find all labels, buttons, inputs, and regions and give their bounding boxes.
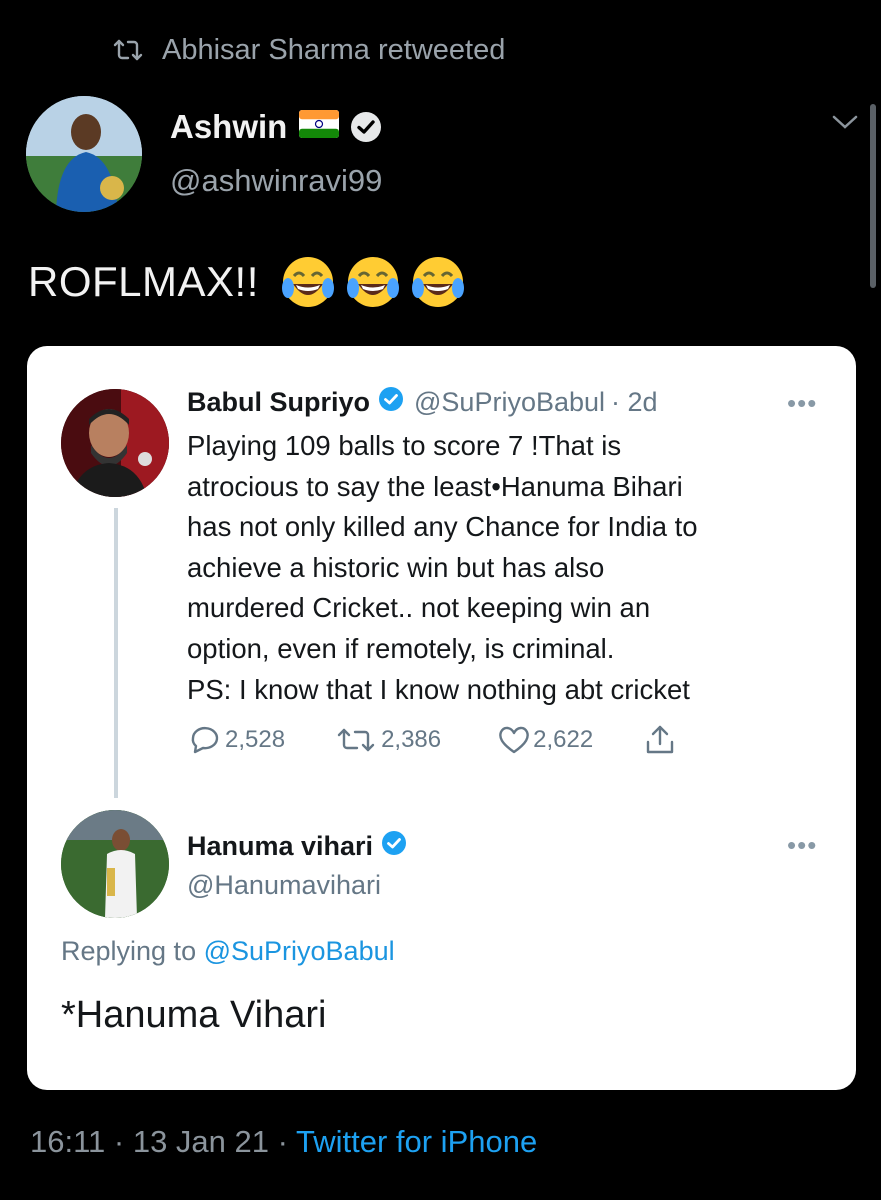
verified-badge-icon [381, 830, 407, 863]
quoted-tweet-line: has not only killed any Chance for India… [187, 511, 698, 543]
reply-text: *Hanuma Vihari [61, 994, 327, 1036]
quoted-author-avatar[interactable] [61, 389, 169, 497]
reply-author-avatar[interactable] [61, 810, 169, 918]
verified-badge-icon [378, 386, 404, 419]
retweeted-by-label: Abhisar Sharma retweeted [162, 33, 506, 66]
like-button[interactable]: 2,622 [497, 725, 593, 755]
quoted-tweet-header[interactable]: Babul Supriyo @SuPriyoBabul · 2d [187, 386, 658, 419]
laughing-emoji-icon [280, 254, 336, 310]
thread-line [114, 508, 118, 798]
tweet-actions: 2,528 2,386 2,622 [187, 724, 677, 756]
share-icon [643, 724, 677, 756]
quoted-tweet-line: atrocious to say the least•Hanuma Bihari [187, 470, 683, 502]
tweet-timestamp: 16:11 · 13 Jan 21 · [30, 1124, 296, 1159]
quoted-tweet-line: PS: I know that I know nothing abt crick… [187, 673, 690, 705]
retweet-icon [337, 726, 381, 754]
quoted-tweet-line: Playing 109 balls to score 7 !That is [187, 430, 622, 461]
laughing-emoji-icon [410, 254, 466, 310]
author-name: Ashwin [170, 108, 288, 145]
scrollbar[interactable] [870, 104, 876, 288]
retweet-button[interactable]: 2,386 [337, 726, 441, 754]
verified-badge-icon [349, 110, 383, 144]
reply-button[interactable]: 2,528 [187, 725, 285, 755]
quoted-tweet-card[interactable]: Babul Supriyo @SuPriyoBabul · 2d ••• Pla… [27, 346, 856, 1090]
quoted-tweet-time: · 2d [611, 387, 658, 417]
tweet-source-link[interactable]: Twitter for iPhone [296, 1124, 537, 1159]
retweet-icon [112, 37, 144, 63]
author-name-row[interactable]: Ashwin [170, 108, 383, 146]
replying-to-mention[interactable]: @SuPriyoBabul [204, 936, 395, 966]
reply-icon [187, 725, 225, 755]
share-button[interactable] [643, 724, 677, 756]
laughing-emoji-icon [345, 254, 401, 310]
replying-to: Replying to @SuPriyoBabul [61, 936, 395, 967]
retweet-count: 2,386 [381, 726, 442, 753]
india-flag-icon [299, 108, 340, 146]
quoted-author-name: Babul Supriyo [187, 387, 371, 417]
author-handle[interactable]: @ashwinravi99 [170, 163, 382, 199]
reply-author-name-row[interactable]: Hanuma vihari [187, 830, 407, 863]
heart-icon [497, 725, 533, 755]
quoted-tweet-line: option, even if remotely, is criminal. [187, 632, 615, 664]
reply-author-handle[interactable]: @Hanumavihari [187, 870, 381, 901]
more-options-icon[interactable]: ••• [787, 388, 817, 419]
quoted-tweet-line: murdered Cricket.. not keeping win an [187, 592, 651, 624]
quoted-tweet-body: Playing 109 balls to score 7 !That is at… [187, 426, 837, 710]
tweet-text: ROFLMAX!! [28, 254, 466, 310]
author-avatar[interactable] [26, 96, 142, 212]
more-options-icon[interactable]: ••• [787, 830, 817, 861]
reply-author-name: Hanuma vihari [187, 831, 374, 861]
retweeted-by[interactable]: Abhisar Sharma retweeted [112, 28, 505, 72]
chevron-down-icon[interactable] [832, 114, 858, 135]
reply-count: 2,528 [225, 726, 286, 753]
tweet-meta: 16:11 · 13 Jan 21 · Twitter for iPhone [30, 1124, 537, 1160]
quoted-tweet-line: achieve a historic win but has also [187, 551, 605, 583]
tweet-text-content: ROFLMAX!! [28, 258, 259, 305]
quoted-author-handle: @SuPriyoBabul [414, 387, 606, 417]
like-count: 2,622 [533, 726, 594, 753]
replying-to-label: Replying to [61, 936, 204, 966]
